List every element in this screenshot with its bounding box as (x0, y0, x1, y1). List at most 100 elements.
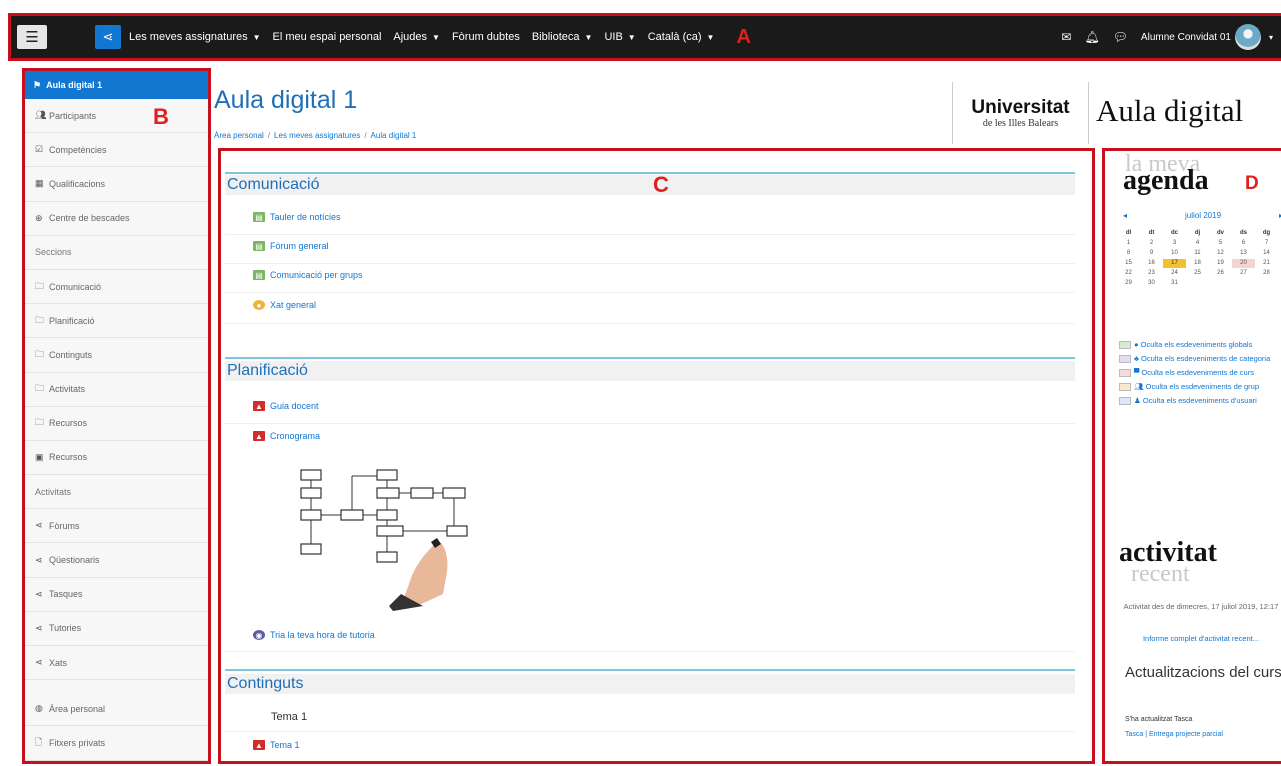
moodle-page: { "navbar": { "menu_items": [ {"label": … (0, 0, 1281, 766)
top-navbar: ☰ ⋖ Les meves assignatures ▼ El meu espai … (11, 16, 1281, 58)
activity-link[interactable]: ▤ Comunicació per grups (253, 270, 363, 280)
calendar-day[interactable]: 5 (1209, 239, 1232, 248)
breadcrumb-item[interactable]: Àrea personal (214, 131, 264, 140)
activity-link[interactable]: ▲ Cronograma (253, 431, 320, 441)
calendar-day[interactable]: 18 (1186, 259, 1209, 268)
sidebar-item[interactable]: ▣ Recursos (25, 441, 208, 476)
sidebar-item[interactable]: ⋖ Fòrums (25, 509, 208, 544)
sidebar-item[interactable]: ⋖ Qüestionaris (25, 543, 208, 578)
calendar-day[interactable]: 6 (1232, 239, 1255, 248)
sidebar-item[interactable]: 👥︎ Participants (25, 99, 208, 134)
sidebar-item[interactable]: ⋖ Tasques (25, 578, 208, 612)
section-title-planificacio[interactable]: Planificació (227, 362, 308, 380)
sidebar-item-label: Planificació (49, 315, 95, 326)
activity-link[interactable]: ◉ Tria la teva hora de tutoria (253, 630, 375, 640)
calendar-day[interactable]: 19 (1209, 259, 1232, 268)
calendar-day[interactable]: 17 (1163, 259, 1186, 268)
nav-item[interactable]: UIB ▼ (604, 31, 635, 43)
calendar-day[interactable]: 2 (1140, 239, 1163, 248)
sidebar-item[interactable]: 🗀 Planificació (25, 304, 208, 339)
calendar-day[interactable]: 28 (1255, 269, 1278, 278)
calendar-day[interactable]: 25 (1186, 269, 1209, 278)
section-title-comunicacio[interactable]: Comunicació (227, 176, 319, 194)
legend-item[interactable]: ♟ Oculta els esdeveniments d'usuari (1119, 395, 1277, 406)
sidebar-item[interactable]: 🗀 Activitats (25, 373, 208, 407)
update-link[interactable]: Tasca | Entrega projecte parcial (1125, 731, 1223, 738)
sidebar-item[interactable]: ☑ Competències (25, 133, 208, 168)
nav-item[interactable]: Les meves assignatures ▼ (129, 31, 261, 43)
section-title-continguts[interactable]: Continguts (227, 675, 304, 693)
legend-item[interactable]: 👥︎ Oculta els esdeveniments de grup (1119, 381, 1277, 392)
calendar-day[interactable]: 1 (1117, 239, 1140, 248)
menu-icon[interactable]: ☰ (17, 25, 47, 49)
calendar-day[interactable]: 13 (1232, 249, 1255, 258)
chevron-down-icon: ▼ (432, 32, 440, 42)
sidebar-item[interactable]: 🗋 Fitxers privats (25, 726, 208, 761)
calendar-day[interactable]: 7 (1255, 239, 1278, 248)
nav-item[interactable]: Ajudes ▼ (393, 31, 440, 43)
calendar-day[interactable]: 9 (1140, 249, 1163, 258)
calendar-day[interactable]: 10 (1163, 249, 1186, 258)
sidebar-item-active[interactable]: ⚑ Aula digital 1 (25, 71, 208, 99)
sidebar-item[interactable]: 🗀 Continguts (25, 338, 208, 373)
legend-item[interactable]: ▀ Oculta els esdeveniments de curs (1119, 367, 1277, 378)
legend-item[interactable]: ● Oculta els esdeveniments globals (1119, 339, 1277, 350)
share-icon[interactable]: ⋖ (95, 25, 121, 49)
calendar-day[interactable]: 29 (1117, 279, 1140, 288)
calendar-title: agenda (1123, 165, 1209, 196)
flowchart-image (300, 469, 468, 611)
recent-full-report-link[interactable]: Informe complet d'activitat recent... (1123, 633, 1279, 644)
activity-link[interactable]: ▲ Tema 1 (253, 740, 300, 750)
breadcrumb-item[interactable]: Les meves assignatures (274, 131, 360, 140)
calendar-day[interactable]: 4 (1186, 239, 1209, 248)
sidebar-item[interactable]: ⋖ Xats (25, 646, 208, 681)
calendar-day[interactable]: 14 (1255, 249, 1278, 258)
calendar-day[interactable]: 26 (1209, 269, 1232, 278)
calendar-day[interactable]: 27 (1232, 269, 1255, 278)
sidebar-item[interactable]: 🗀 Recursos (25, 407, 208, 441)
calendar-day[interactable]: 22 (1117, 269, 1140, 278)
calendar-day[interactable]: 21 (1255, 259, 1278, 268)
legend-item[interactable]: ♣ Oculta els esdeveniments de categoria (1119, 353, 1277, 364)
user-menu-caret-icon[interactable]: ▾ (1269, 33, 1273, 42)
envelope-icon[interactable]: ✉ (1061, 30, 1071, 44)
activity-link[interactable]: ▤ Fòrum general (253, 241, 329, 251)
sidebar-item[interactable]: ⊕ Centre de bescades (25, 202, 208, 236)
breadcrumb-item[interactable]: Aula digital 1 (371, 131, 417, 140)
calendar-day[interactable]: 30 (1140, 279, 1163, 288)
sidebar-item[interactable]: ◍ Àrea personal (25, 692, 208, 727)
sidebar-item[interactable]: ⋖ Tutories (25, 612, 208, 646)
nav-item[interactable]: Biblioteca ▼ (532, 31, 593, 43)
sidebar-item[interactable]: ▦ Qualificacions (25, 167, 208, 202)
uib-logo[interactable]: Universitat de les Illes Balears (952, 82, 1089, 144)
calendar-day[interactable]: 11 (1186, 249, 1209, 258)
chat-icon: ● (253, 300, 265, 310)
nav-item[interactable]: Fòrum dubtes (452, 31, 520, 43)
calendar-day[interactable]: 31 (1163, 279, 1186, 288)
calendar-day[interactable]: 12 (1209, 249, 1232, 258)
uib-logo-line1: Universitat (971, 96, 1070, 118)
activity-link[interactable]: ● Xat general (253, 300, 316, 310)
chat-icon[interactable]: 💬︎ (1113, 30, 1128, 44)
calendar-day[interactable]: 20 (1232, 259, 1255, 268)
user-name[interactable]: Alumne Convidat 01 (1141, 32, 1231, 43)
calendar-day[interactable]: 16 (1140, 259, 1163, 268)
users-icon: 👥︎ (35, 110, 47, 121)
sidebar-item[interactable]: 🗀 Comunicació (25, 270, 208, 305)
calendar-day[interactable]: 23 (1140, 269, 1163, 278)
activity-link[interactable]: ▲ Guia docent (253, 401, 319, 411)
nav-item[interactable]: Català (ca) ▼ (648, 31, 715, 43)
calendar-month[interactable]: juliol 2019 (1185, 211, 1221, 220)
nav-item[interactable]: El meu espai personal (273, 31, 382, 43)
prev-month-icon[interactable]: ◂ (1123, 211, 1127, 220)
calendar-weekday: dc (1170, 230, 1178, 236)
avatar[interactable] (1234, 24, 1261, 50)
calendar-day[interactable]: 8 (1117, 249, 1140, 258)
bell-icon[interactable]: 🔔︎ (1084, 30, 1099, 44)
activity-link[interactable]: ▤ Tauler de notícies (253, 212, 341, 222)
sidebar-item-label: Comunicació (49, 281, 102, 292)
calendar-day[interactable]: 3 (1163, 239, 1186, 248)
calendar-day[interactable]: 15 (1117, 259, 1140, 268)
calendar-day[interactable]: 24 (1163, 269, 1186, 278)
chevron-down-icon: ▼ (706, 32, 715, 42)
